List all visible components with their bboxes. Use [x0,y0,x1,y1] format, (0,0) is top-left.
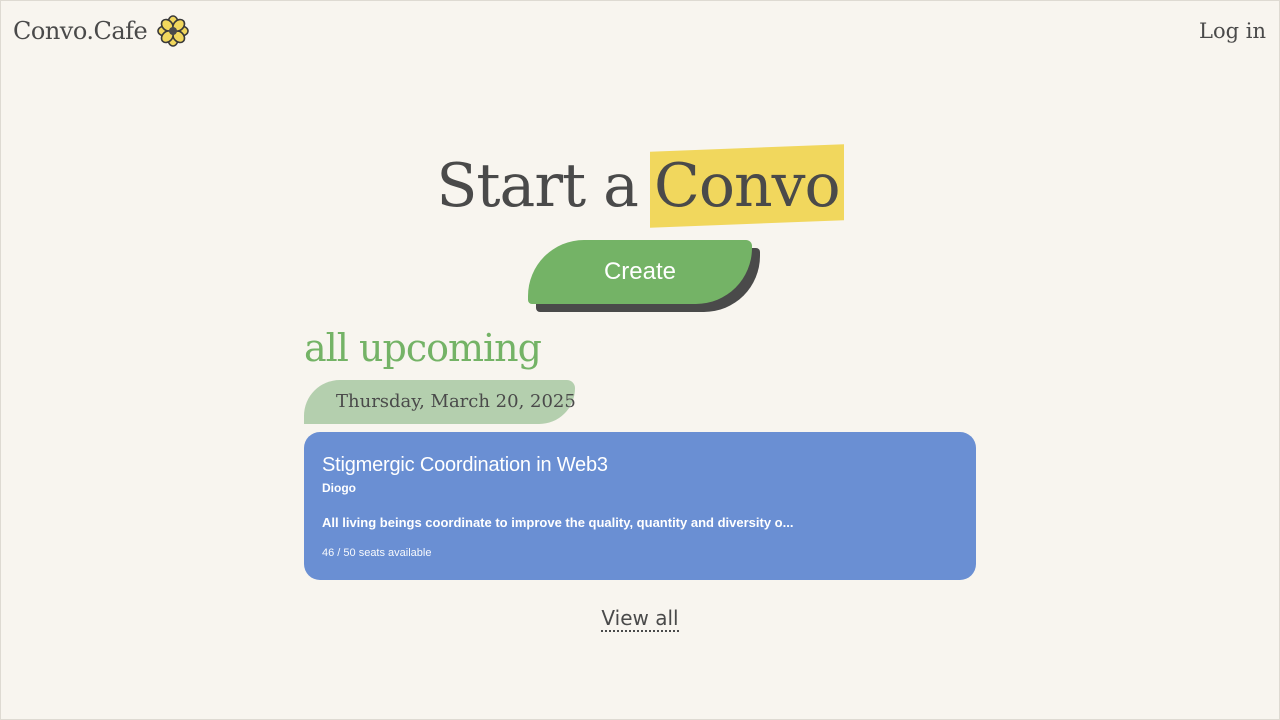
create-button[interactable]: Create [528,240,752,304]
hero-section: Start a Convo [0,148,1280,228]
create-button-wrapper: Create [528,240,760,312]
brand-name: Convo.Cafe [13,17,148,45]
hero-title-prefix: Start a [436,151,639,221]
event-title: Stigmergic Coordination in Web3 [322,454,608,476]
view-all-link[interactable]: View all [601,606,679,632]
hero-title: Start a Convo [436,148,843,224]
event-seats: 46 / 50 seats available [322,547,432,559]
flower-icon [156,14,190,48]
brand-link[interactable]: Convo.Cafe [13,14,190,48]
event-card[interactable]: Stigmergic Coordination in Web3 Diogo Al… [304,432,976,580]
date-label: Thursday, March 20, 2025 [304,380,576,424]
event-description: All living beings coordinate to improve … [322,515,794,530]
view-all-container: View all [0,605,1280,632]
login-link[interactable]: Log in [1199,16,1266,46]
hero-title-highlight: Convo [650,148,844,224]
site-header: Convo.Cafe Log in [0,0,1280,62]
event-host: Diogo [322,481,356,495]
upcoming-heading: all upcoming [304,326,542,370]
